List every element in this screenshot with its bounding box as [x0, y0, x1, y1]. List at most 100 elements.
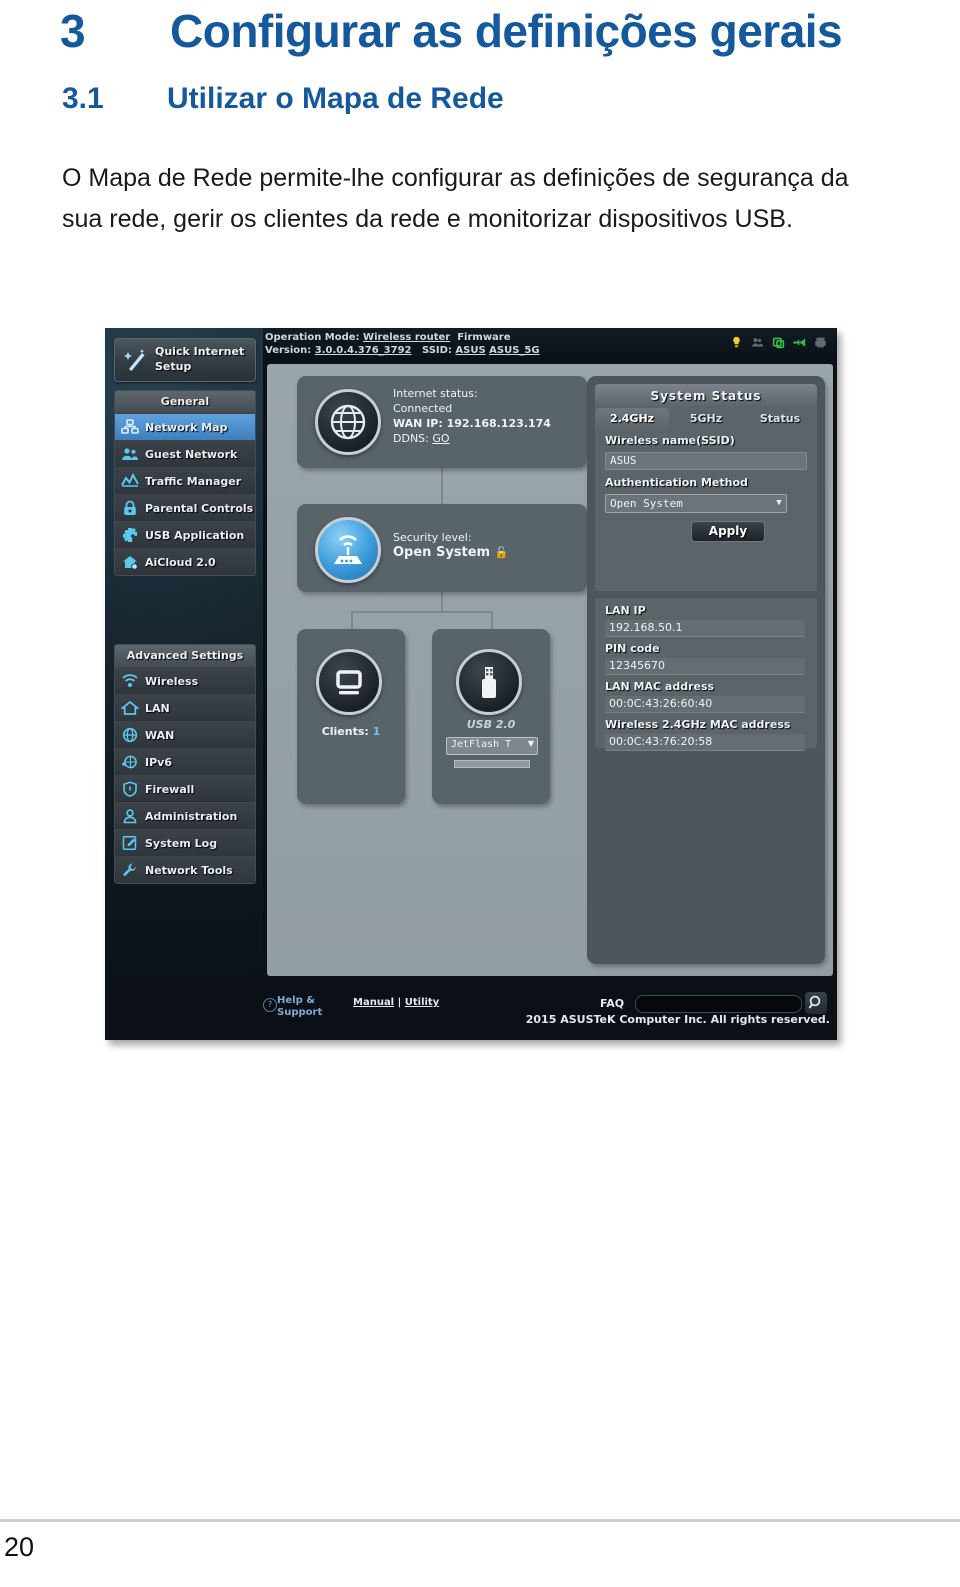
bulb-icon[interactable] [730, 336, 743, 349]
internet-status-text: Internet status: Connected WAN IP: 192.1… [393, 386, 579, 446]
apply-button[interactable]: Apply [691, 521, 765, 542]
sidebar-item-aicloud[interactable]: AiCloud 2.0 [115, 548, 255, 575]
question-icon[interactable]: ? [263, 998, 277, 1012]
globe-icon [315, 389, 381, 455]
system-status-tabs: 2.4GHz 5GHz Status [595, 408, 817, 430]
network-map-icon [115, 419, 145, 435]
router-main-body: Internet status: Connected WAN IP: 192.1… [263, 360, 837, 988]
sidebar-item-usb-application[interactable]: USB Application [115, 521, 255, 548]
sidebar-item-guest-network[interactable]: Guest Network [115, 440, 255, 467]
clients-card[interactable]: Clients: 1 [297, 629, 405, 804]
sidebar-item-lan[interactable]: LAN [115, 694, 255, 721]
router-ui-screenshot: Operation Mode: Wireless router Firmware… [105, 328, 837, 1040]
chevron-down-icon: ▼ [527, 739, 534, 748]
clients-count: 1 [372, 725, 381, 738]
sidebar-item-network-map[interactable]: Network Map [115, 413, 255, 440]
auth-method-value: Open System [610, 497, 683, 510]
ssid-value-24[interactable]: ASUS [455, 345, 485, 356]
sidebar-item-label: Firewall [145, 782, 195, 796]
sidebar-item-label: USB Application [145, 528, 245, 542]
manual-link[interactable]: Manual [353, 997, 394, 1008]
wireless-mac-label: Wireless 2.4GHz MAC address [605, 718, 791, 731]
sidebar-item-label: AiCloud 2.0 [145, 555, 216, 569]
router-sidebar: Quick Internet Setup General Network Map… [105, 328, 263, 988]
ddns-go-link[interactable]: GO [432, 432, 449, 445]
sidebar-item-label: LAN [145, 701, 170, 715]
traffic-chart-icon [115, 473, 145, 489]
connector-security-down [441, 592, 443, 612]
lan-ip-value: 192.168.50.1 [605, 620, 805, 637]
tab-5ghz[interactable]: 5GHz [669, 408, 743, 430]
faq-search-input[interactable] [635, 995, 802, 1013]
sidebar-item-label: Wireless [145, 674, 199, 688]
version-value[interactable]: 3.0.0.4.376_3792 [315, 345, 412, 356]
security-level-label: Security level: [393, 531, 472, 544]
sidebar-item-system-log[interactable]: System Log [115, 829, 255, 856]
router-topbar-info: Operation Mode: Wireless router Firmware… [265, 331, 695, 357]
chapter-number: 3 [60, 5, 86, 57]
printer-icon[interactable] [814, 336, 827, 349]
wand-icon [124, 349, 145, 371]
auth-method-label: Authentication Method [605, 476, 748, 489]
unlock-icon: 🔓 [494, 546, 509, 559]
sidebar-item-traffic-manager[interactable]: Traffic Manager [115, 467, 255, 494]
user-icon [115, 808, 145, 824]
magnifier-icon[interactable] [805, 992, 827, 1014]
connector-horizontal [351, 611, 493, 613]
ssid-input[interactable]: ASUS [605, 452, 807, 470]
auth-method-select[interactable]: Open System ▼ [605, 494, 787, 513]
tab-24ghz[interactable]: 2.4GHz [595, 408, 669, 430]
copyright-text: 2015 ASUSTeK Computer Inc. All rights re… [525, 1013, 830, 1026]
page-number: 20 [4, 1532, 35, 1562]
utility-link[interactable]: Utility [405, 997, 439, 1008]
internet-status-value: Connected [393, 402, 453, 415]
usb-card[interactable]: USB 2.0 JetFlash T ▼ [432, 629, 550, 804]
lan-mac-label: LAN MAC address [605, 680, 715, 693]
system-status-wireless-section: 2.4GHz 5GHz Status Wireless name(SSID) A… [595, 408, 817, 591]
sidebar-item-wireless[interactable]: Wireless [115, 667, 255, 694]
footer-divider [0, 1519, 960, 1522]
section-title: Utilizar o Mapa de Rede [167, 82, 504, 115]
section-heading: 3.1 Utilizar o Mapa de Rede [62, 82, 942, 116]
footer-links: Manual | Utility [353, 997, 439, 1008]
faq-label: FAQ [600, 997, 625, 1010]
router-tray [730, 336, 827, 349]
help-line-1: Help & [277, 995, 315, 1006]
ssid-label: SSID: [421, 345, 452, 356]
wan-ip-value: WAN IP: 192.168.123.174 [393, 417, 551, 430]
sidebar-item-administration[interactable]: Administration [115, 802, 255, 829]
sidebar-item-network-tools[interactable]: Network Tools [115, 856, 255, 883]
chevron-down-icon: ▼ [776, 498, 782, 508]
clients-label: Clients: [321, 725, 369, 738]
router-status-icon[interactable] [772, 336, 785, 349]
ssid-value-5g[interactable]: ASUS_5G [489, 345, 539, 356]
usb-device-select[interactable]: JetFlash T ▼ [446, 737, 538, 755]
quick-internet-setup-button[interactable]: Quick Internet Setup [114, 338, 256, 382]
version-label: Version: [265, 345, 312, 356]
sidebar-item-label: Parental Controls [145, 501, 254, 515]
lock-icon [115, 500, 145, 516]
usb-icon[interactable] [793, 336, 806, 349]
sidebar-group-advanced-title: Advanced Settings [115, 645, 255, 667]
shield-icon [115, 781, 145, 797]
sidebar-group-advanced: Advanced Settings Wireless LAN WAN IPv6 … [114, 644, 256, 884]
guest-network-icon[interactable] [751, 336, 764, 349]
sidebar-item-label: Traffic Manager [145, 474, 242, 488]
pin-code-value: 12345670 [605, 658, 805, 675]
tab-status[interactable]: Status [743, 408, 817, 430]
sidebar-item-wan[interactable]: WAN [115, 721, 255, 748]
sidebar-group-general-title: General [115, 391, 255, 413]
ddns-label: DDNS: [393, 432, 429, 445]
internet-status-card[interactable]: Internet status: Connected WAN IP: 192.1… [297, 376, 587, 468]
sidebar-item-firewall[interactable]: Firewall [115, 775, 255, 802]
sidebar-item-ipv6[interactable]: IPv6 [115, 748, 255, 775]
help-support-link[interactable]: Help & Support [277, 995, 322, 1019]
security-level-card[interactable]: Security level: Open System 🔓 [297, 504, 587, 592]
operation-mode-value[interactable]: Wireless router [363, 332, 450, 343]
sidebar-item-label: Network Map [145, 420, 228, 434]
sidebar-item-label: Network Tools [145, 863, 233, 877]
quick-internet-setup-label: Quick Internet Setup [155, 345, 245, 373]
guest-network-icon [115, 446, 145, 462]
sidebar-item-parental-controls[interactable]: Parental Controls [115, 494, 255, 521]
ipv6-globe-icon [115, 754, 145, 770]
